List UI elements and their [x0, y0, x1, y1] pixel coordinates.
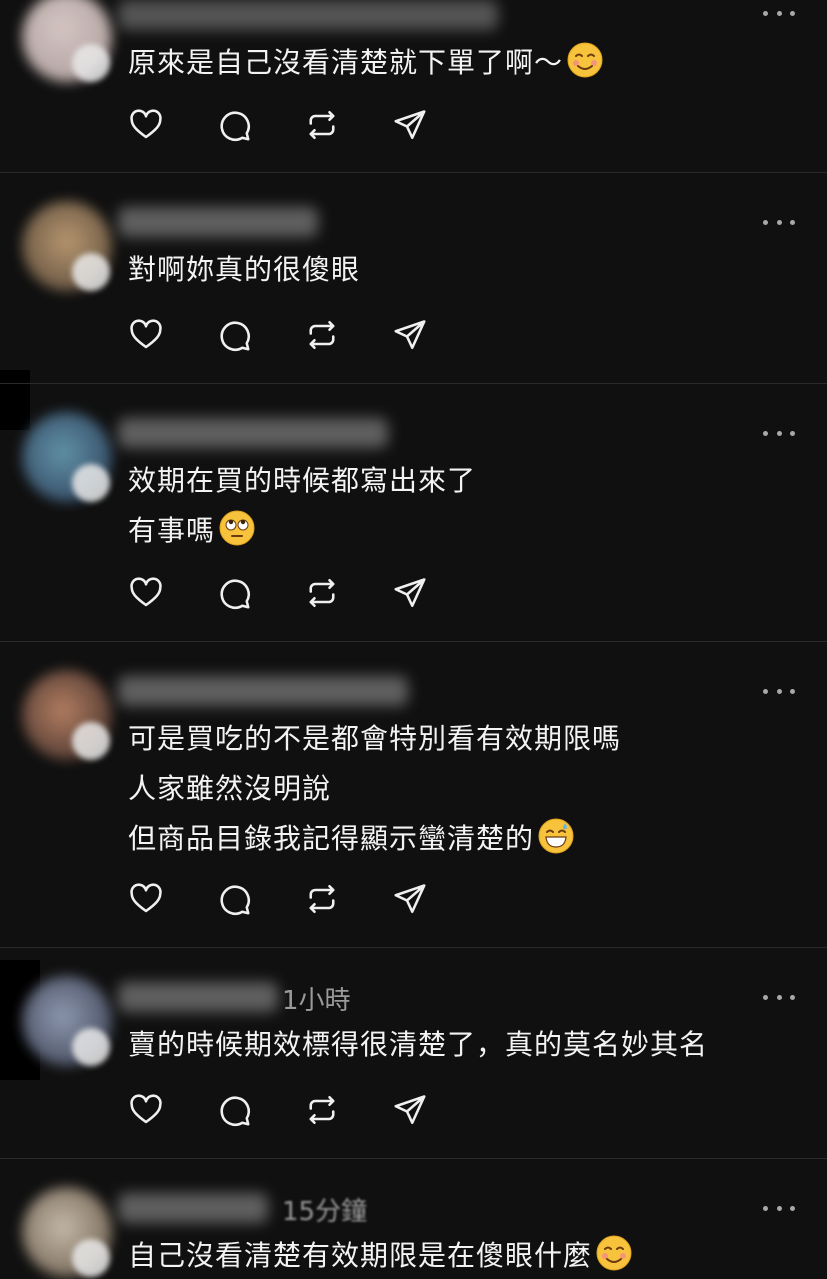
more-options-button[interactable] — [763, 1203, 795, 1213]
action-bar — [126, 1090, 478, 1130]
smiling-face-icon — [567, 42, 603, 78]
repost-button[interactable] — [302, 1090, 342, 1130]
comment-button[interactable] — [214, 879, 254, 919]
avatar-badge — [72, 464, 110, 502]
repost-icon — [309, 110, 335, 140]
like-button[interactable] — [126, 1090, 166, 1130]
replies-feed: 原來是自己沒看清楚就下單了啊～ 對啊妳真的很傻眼 效期在買的時候都寫出來了 有事… — [0, 0, 827, 1279]
more-options-button[interactable] — [763, 8, 795, 18]
send-icon — [394, 578, 426, 608]
avatar-badge — [72, 1239, 110, 1277]
action-bar — [126, 879, 478, 919]
heart-icon — [130, 883, 162, 913]
username-redacted — [118, 0, 498, 30]
action-bar — [126, 573, 478, 613]
send-icon — [394, 1095, 426, 1125]
share-button[interactable] — [390, 573, 430, 613]
reply-item: 效期在買的時候都寫出來了 有事嗎 — [0, 384, 827, 641]
avatar-badge — [72, 44, 110, 82]
comment-button[interactable] — [214, 105, 254, 145]
share-button[interactable] — [390, 105, 430, 145]
send-icon — [394, 320, 426, 350]
repost-icon — [309, 1095, 335, 1125]
avatar-badge — [72, 1028, 110, 1066]
username-redacted — [118, 1193, 268, 1223]
send-icon — [394, 110, 426, 140]
like-button[interactable] — [126, 879, 166, 919]
more-options-button[interactable] — [763, 686, 795, 696]
username-redacted — [118, 982, 278, 1012]
username-redacted — [118, 418, 388, 448]
comment-icon — [220, 111, 250, 141]
comment-button[interactable] — [214, 1090, 254, 1130]
send-icon — [394, 884, 426, 914]
repost-icon — [309, 578, 335, 608]
comment-button[interactable] — [214, 573, 254, 613]
reply-timestamp: 1小時 — [282, 986, 351, 1016]
reply-timestamp: 15分鐘 — [282, 1197, 368, 1227]
reply-text: 原來是自己沒看清楚就下單了啊～ — [128, 38, 797, 88]
avatar-badge — [72, 722, 110, 760]
face-with-rolling-eyes-icon — [219, 510, 255, 546]
heart-icon — [130, 577, 162, 607]
like-button[interactable] — [126, 573, 166, 613]
more-options-button[interactable] — [763, 992, 795, 1002]
reply-item: 原來是自己沒看清楚就下單了啊～ — [0, 0, 827, 172]
smiling-face-icon — [596, 1235, 632, 1271]
heart-icon — [130, 1094, 162, 1124]
repost-button[interactable] — [302, 879, 342, 919]
reply-item: 可是買吃的不是都會特別看有效期限嗎 人家雖然沒明說 但商品目錄我記得顯示蠻清楚的 — [0, 642, 827, 947]
like-button[interactable] — [126, 105, 166, 145]
share-button[interactable] — [390, 879, 430, 919]
username-redacted — [118, 207, 318, 237]
reply-text: 可是買吃的不是都會特別看有效期限嗎 人家雖然沒明說 但商品目錄我記得顯示蠻清楚的 — [128, 722, 622, 855]
comment-icon — [220, 579, 250, 609]
reply-text: 對啊妳真的很傻眼 — [128, 253, 361, 286]
grinning-face-with-sweat-icon — [538, 818, 574, 854]
reply-item: 對啊妳真的很傻眼 — [0, 173, 827, 383]
repost-icon — [309, 884, 335, 914]
heart-icon — [130, 109, 162, 139]
comment-icon — [220, 885, 250, 915]
share-button[interactable] — [390, 315, 430, 355]
comment-button[interactable] — [214, 315, 254, 355]
comment-icon — [220, 321, 250, 351]
reply-text: 自己沒看清楚有效期限是在傻眼什麼 — [128, 1231, 797, 1279]
action-bar — [126, 105, 478, 145]
action-bar — [126, 315, 478, 355]
heart-icon — [130, 319, 162, 349]
more-options-button[interactable] — [763, 217, 795, 227]
reply-item: 15分鐘 自己沒看清楚有效期限是在傻眼什麼 — [0, 1159, 827, 1279]
reply-item: 1小時 賣的時候期效標得很清楚了，真的莫名妙其名 — [0, 948, 827, 1158]
repost-icon — [309, 320, 335, 350]
avatar-badge — [72, 253, 110, 291]
username-redacted — [118, 676, 408, 706]
like-button[interactable] — [126, 315, 166, 355]
reply-text: 效期在買的時候都寫出來了 有事嗎 — [128, 464, 477, 547]
comment-icon — [220, 1096, 250, 1126]
reply-text: 賣的時候期效標得很清楚了，真的莫名妙其名 — [128, 1028, 709, 1061]
share-button[interactable] — [390, 1090, 430, 1130]
repost-button[interactable] — [302, 105, 342, 145]
repost-button[interactable] — [302, 315, 342, 355]
more-options-button[interactable] — [763, 428, 795, 438]
repost-button[interactable] — [302, 573, 342, 613]
